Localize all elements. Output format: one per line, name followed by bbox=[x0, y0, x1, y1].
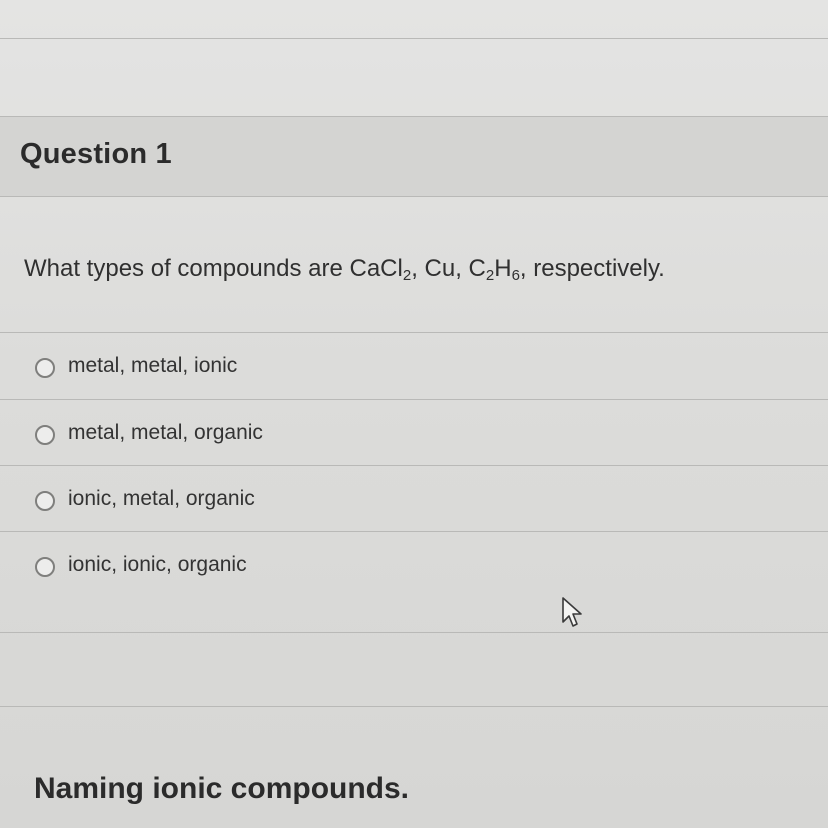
divider-question-bottom bbox=[0, 632, 828, 633]
answer-option[interactable]: metal, metal, organic bbox=[0, 400, 828, 466]
prompt-part: , Cu, C bbox=[411, 255, 486, 282]
mouse-cursor-icon bbox=[562, 597, 582, 627]
radio-button[interactable] bbox=[35, 358, 55, 378]
answer-option-label: metal, metal, organic bbox=[68, 421, 263, 444]
answer-option[interactable]: metal, metal, ionic bbox=[0, 333, 828, 399]
answer-option[interactable]: ionic, metal, organic bbox=[0, 466, 828, 532]
subscript: 2 bbox=[402, 267, 412, 284]
subscript: 6 bbox=[511, 267, 520, 284]
prompt-part: H bbox=[494, 255, 512, 282]
divider-header-bottom bbox=[0, 196, 828, 197]
answer-option[interactable]: ionic, ionic, organic bbox=[0, 532, 828, 598]
divider-header-top bbox=[0, 116, 828, 117]
question-prompt: What types of compounds are CaCl2, Cu, C… bbox=[24, 255, 665, 284]
radio-button[interactable] bbox=[35, 425, 55, 445]
prompt-part: , respectively. bbox=[519, 255, 665, 282]
divider-top bbox=[0, 38, 828, 39]
answer-option-label: ionic, ionic, organic bbox=[68, 553, 247, 576]
prompt-part: What types of compounds are CaCl bbox=[24, 255, 403, 282]
radio-button[interactable] bbox=[35, 491, 55, 511]
answer-option-label: ionic, metal, organic bbox=[68, 487, 255, 510]
radio-button[interactable] bbox=[35, 557, 55, 577]
subscript: 2 bbox=[485, 267, 495, 284]
divider-section bbox=[0, 706, 828, 707]
next-section-title: Naming ionic compounds. bbox=[34, 772, 410, 805]
answer-option-label: metal, metal, ionic bbox=[68, 354, 238, 377]
question-title: Question 1 bbox=[20, 138, 172, 170]
